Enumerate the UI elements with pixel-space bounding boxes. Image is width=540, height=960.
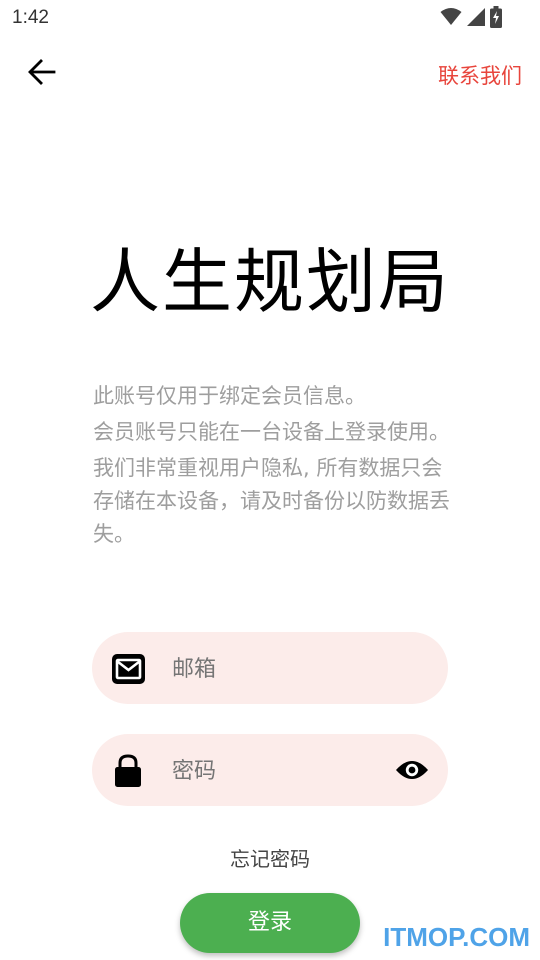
top-toolbar: 联系我们 [0, 44, 540, 104]
info-text: 此账号仅用于绑定会员信息。 会员账号只能在一台设备上登录使用。 我们非常重视用户… [93, 380, 458, 554]
info-line: 我们非常重视用户隐私, 所有数据只会存储在本设备，请及时备份以防数据丢失。 [93, 456, 450, 546]
site-watermark: ITMOP.COM [383, 922, 530, 952]
contact-us-link[interactable]: 联系我们 [438, 60, 522, 90]
battery-charging-icon [490, 6, 502, 32]
eye-icon[interactable] [394, 754, 430, 786]
lock-icon [111, 754, 145, 788]
cell-signal-icon [466, 7, 486, 31]
wifi-icon [440, 7, 462, 31]
info-line: 此账号仅用于绑定会员信息。 [93, 384, 366, 408]
password-input[interactable] [170, 748, 374, 794]
back-button[interactable] [22, 56, 62, 92]
app-title: 人生规划局 [90, 241, 450, 323]
arrow-left-icon [28, 59, 56, 89]
password-field[interactable] [92, 734, 448, 806]
forgot-password-link[interactable]: 忘记密码 [0, 843, 540, 872]
info-line: 会员账号只能在一台设备上登录使用。 [93, 420, 450, 444]
status-time: 1:42 [12, 7, 49, 28]
login-button[interactable]: 登录 [180, 893, 360, 953]
status-icons [440, 6, 502, 32]
email-field[interactable] [92, 632, 448, 704]
mail-icon [111, 652, 145, 686]
email-input[interactable] [170, 646, 374, 692]
status-bar: 1:42 [0, 0, 540, 36]
